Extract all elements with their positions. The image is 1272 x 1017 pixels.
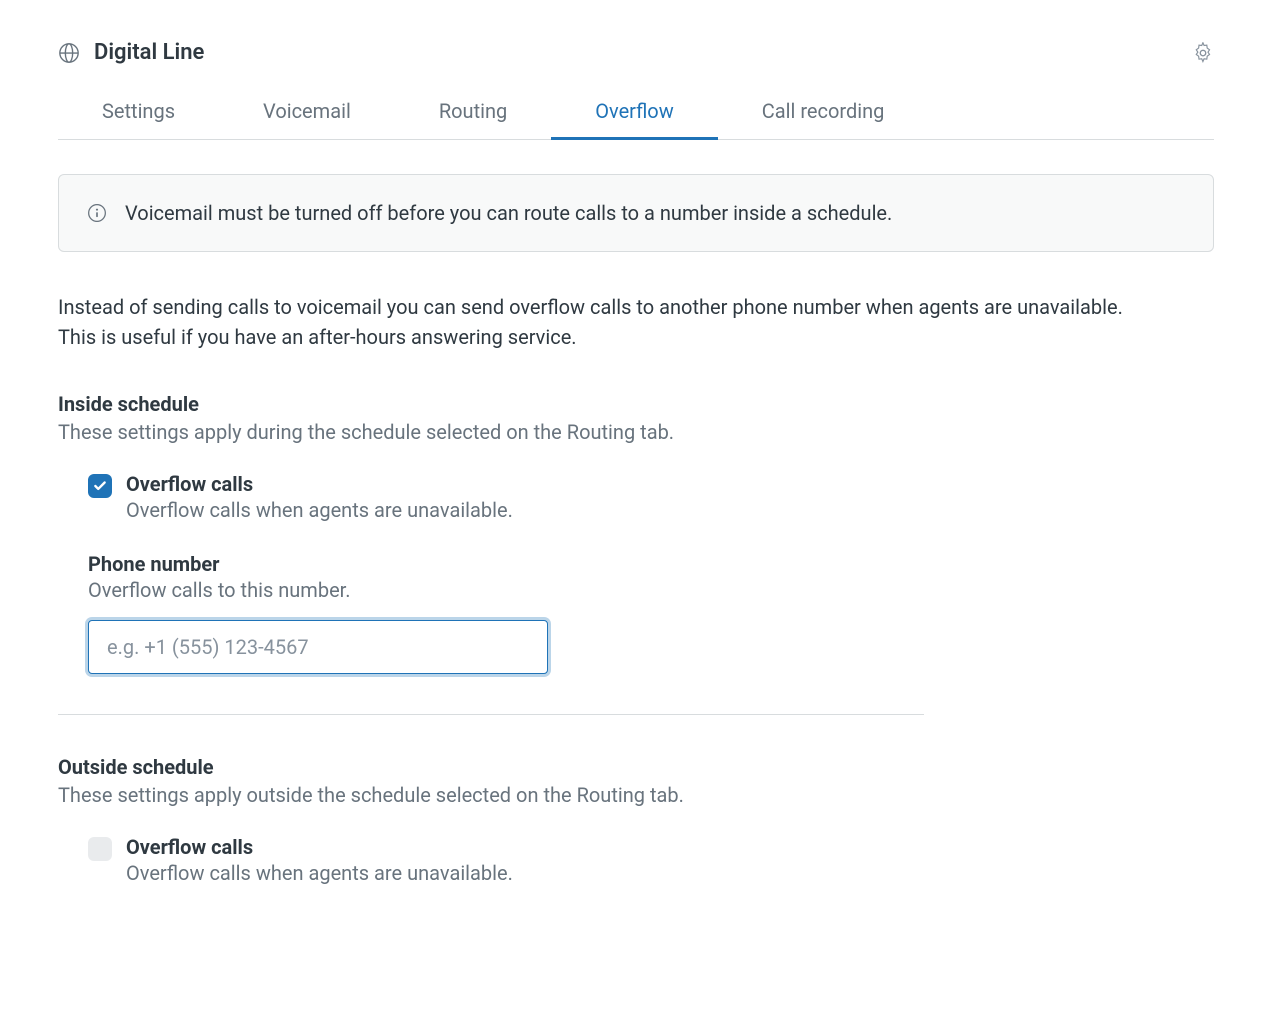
phone-input[interactable] bbox=[88, 620, 548, 674]
page-header: Digital Line bbox=[58, 40, 1214, 65]
tab-call-recording[interactable]: Call recording bbox=[718, 85, 929, 140]
inside-overflow-content: Overflow calls Overflow calls when agent… bbox=[126, 472, 1214, 522]
info-banner-text: Voicemail must be turned off before you … bbox=[125, 201, 892, 225]
outside-overflow-content: Overflow calls Overflow calls when agent… bbox=[126, 835, 1214, 885]
outside-subtitle: These settings apply outside the schedul… bbox=[58, 783, 1214, 807]
tabs: Settings Voicemail Routing Overflow Call… bbox=[58, 85, 1214, 140]
phone-desc: Overflow calls to this number. bbox=[88, 578, 1214, 602]
inside-overflow-desc: Overflow calls when agents are unavailab… bbox=[126, 498, 1214, 522]
outside-overflow-row: Overflow calls Overflow calls when agent… bbox=[58, 835, 1214, 885]
section-divider bbox=[58, 714, 924, 715]
content: Voicemail must be turned off before you … bbox=[58, 140, 1214, 885]
tab-voicemail[interactable]: Voicemail bbox=[219, 85, 395, 140]
inside-subtitle: These settings apply during the schedule… bbox=[58, 420, 1214, 444]
info-icon bbox=[87, 203, 107, 223]
info-banner: Voicemail must be turned off before you … bbox=[58, 174, 1214, 252]
overflow-description: Instead of sending calls to voicemail yo… bbox=[58, 292, 1128, 352]
page-title: Digital Line bbox=[94, 40, 204, 65]
tab-routing[interactable]: Routing bbox=[395, 85, 551, 140]
inside-overflow-label: Overflow calls bbox=[126, 472, 1214, 496]
tab-settings[interactable]: Settings bbox=[58, 85, 219, 140]
outside-overflow-desc: Overflow calls when agents are unavailab… bbox=[126, 861, 1214, 885]
outside-title: Outside schedule bbox=[58, 755, 1214, 779]
inside-schedule-section: Inside schedule These settings apply dur… bbox=[58, 392, 1214, 674]
checkmark-icon bbox=[93, 479, 107, 493]
inside-title: Inside schedule bbox=[58, 392, 1214, 416]
outside-overflow-label: Overflow calls bbox=[126, 835, 1214, 859]
outside-schedule-section: Outside schedule These settings apply ou… bbox=[58, 755, 1214, 885]
globe-icon bbox=[58, 42, 80, 64]
outside-overflow-checkbox[interactable] bbox=[88, 837, 112, 861]
inside-overflow-checkbox[interactable] bbox=[88, 474, 112, 498]
tab-overflow[interactable]: Overflow bbox=[551, 85, 718, 140]
phone-field-group: Phone number Overflow calls to this numb… bbox=[58, 552, 1214, 674]
inside-overflow-row: Overflow calls Overflow calls when agent… bbox=[58, 472, 1214, 522]
gear-icon[interactable] bbox=[1192, 42, 1214, 64]
phone-label: Phone number bbox=[88, 552, 1214, 576]
header-left: Digital Line bbox=[58, 40, 204, 65]
